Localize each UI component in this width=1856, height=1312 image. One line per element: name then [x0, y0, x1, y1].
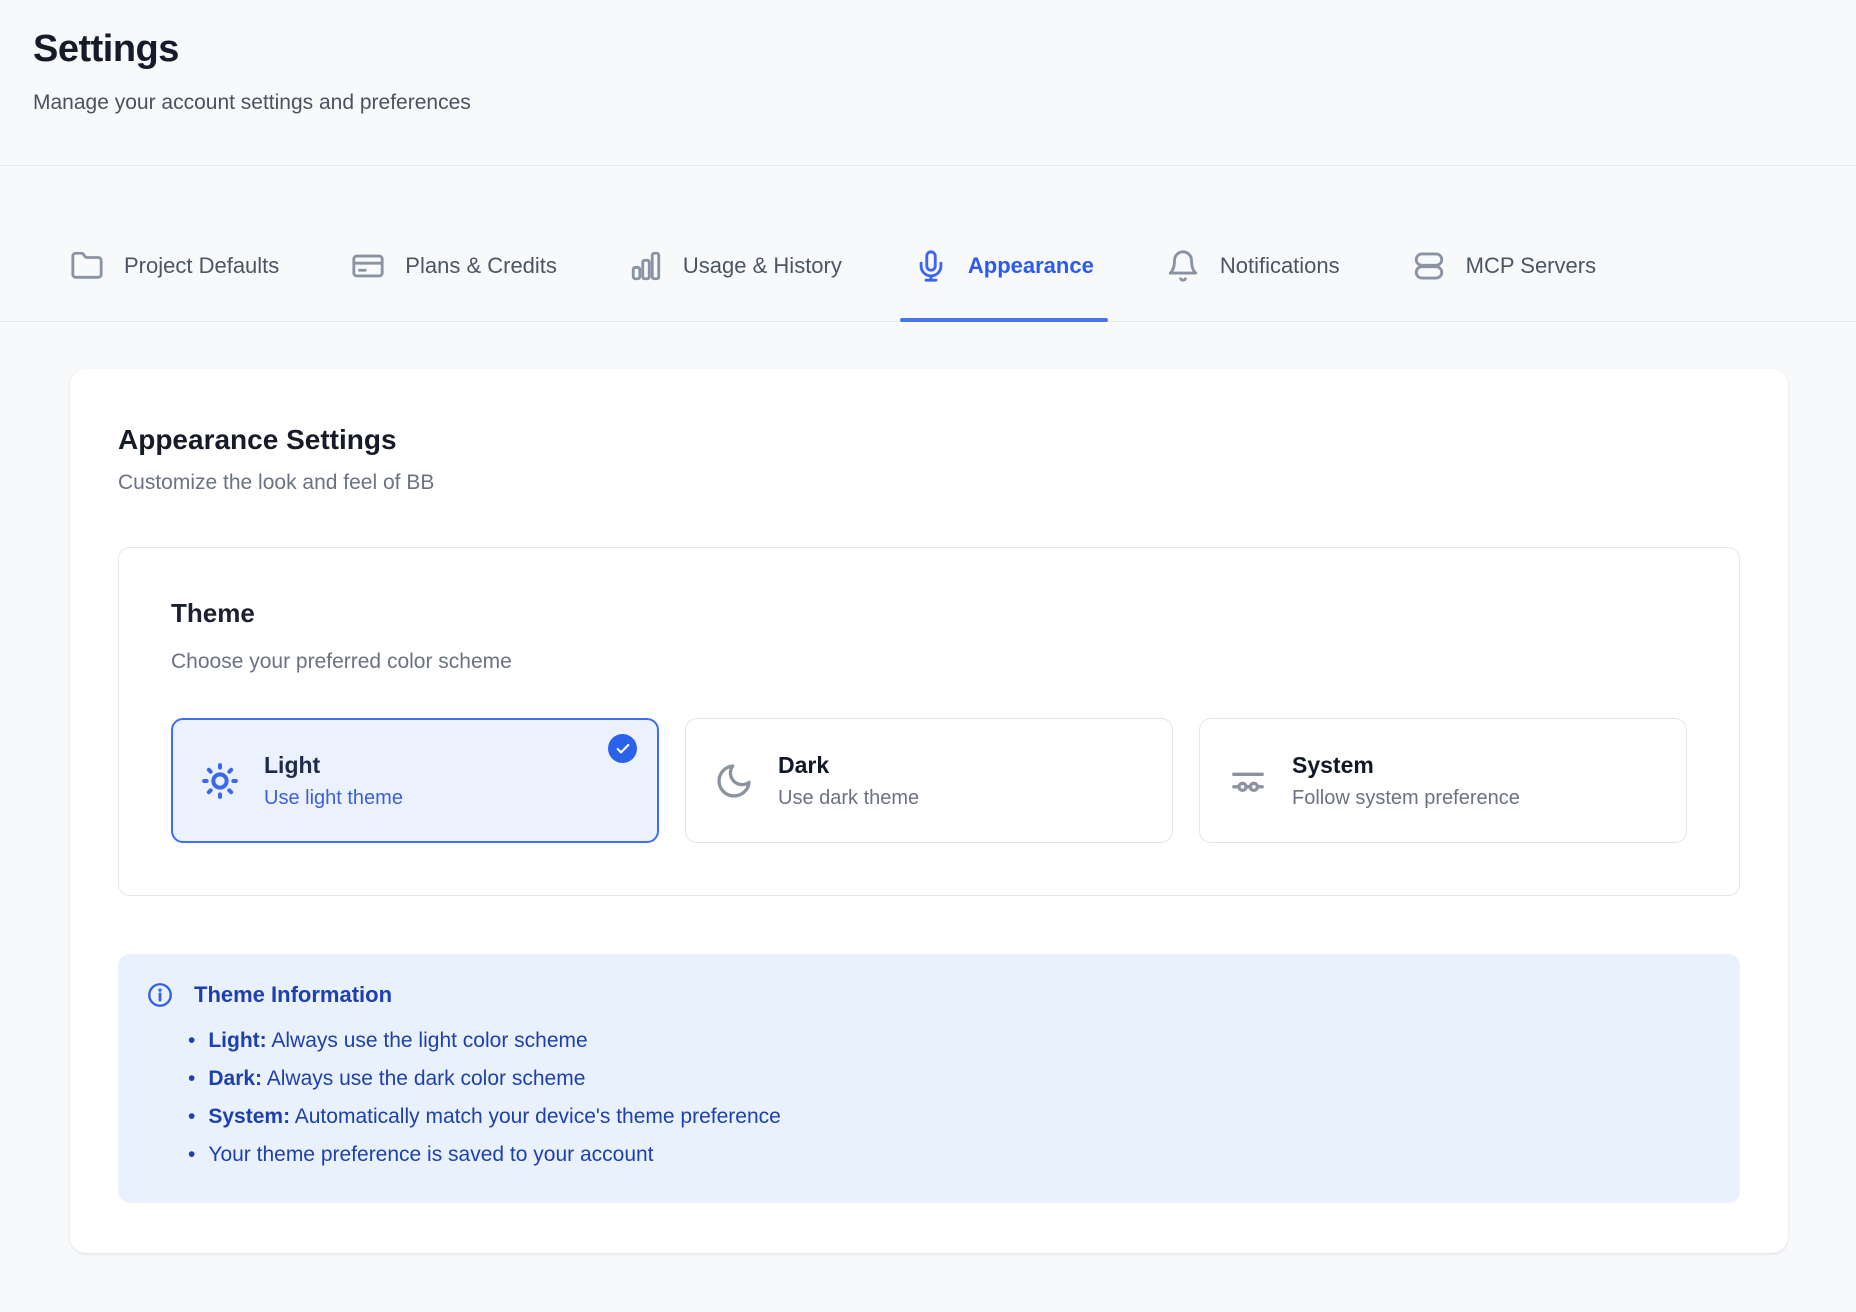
panel-title: Appearance Settings [118, 424, 1740, 456]
info-bullet-list: Light: Always use the light color scheme… [188, 1022, 1712, 1174]
theme-section: Theme Choose your preferred color scheme… [118, 547, 1740, 896]
tab-mcp-servers[interactable]: MCP Servers [1398, 249, 1610, 321]
folder-icon [70, 249, 104, 283]
tab-plans-credits[interactable]: Plans & Credits [337, 249, 571, 321]
tab-label: Usage & History [683, 253, 842, 279]
settings-tab-bar: Project Defaults Plans & Credits Usage &… [0, 166, 1856, 322]
tab-label: Appearance [968, 253, 1094, 279]
tab-label: Plans & Credits [405, 253, 557, 279]
bar-chart-icon [629, 249, 663, 283]
theme-option-label: Dark [778, 752, 919, 779]
tab-label: Project Defaults [124, 253, 279, 279]
theme-option-description: Use light theme [264, 787, 403, 810]
theme-section-subtitle: Choose your preferred color scheme [171, 650, 1687, 674]
panel-subtitle: Customize the look and feel of BB [118, 471, 1740, 495]
selected-check-icon [608, 734, 637, 763]
info-bullet: Light: Always use the light color scheme [188, 1022, 1712, 1060]
sliders-icon [1228, 761, 1268, 801]
info-icon [146, 981, 174, 1009]
server-stack-icon [1412, 249, 1446, 283]
tab-notifications[interactable]: Notifications [1152, 249, 1354, 321]
theme-option-label: Light [264, 752, 403, 779]
microphone-icon [914, 249, 948, 283]
bell-icon [1166, 249, 1200, 283]
theme-information-box: Theme Information Light: Always use the … [118, 954, 1740, 1203]
theme-option-label: System [1292, 752, 1520, 779]
theme-section-title: Theme [171, 598, 1687, 629]
theme-option-description: Use dark theme [778, 787, 919, 810]
tab-appearance[interactable]: Appearance [900, 249, 1108, 321]
page-subtitle: Manage your account settings and prefere… [33, 91, 1816, 165]
info-bullet: Dark: Always use the dark color scheme [188, 1060, 1712, 1098]
tab-project-defaults[interactable]: Project Defaults [56, 249, 293, 321]
theme-option-light[interactable]: Light Use light theme [171, 718, 659, 843]
moon-icon [714, 761, 754, 801]
appearance-settings-panel: Appearance Settings Customize the look a… [70, 369, 1788, 1253]
tab-label: MCP Servers [1466, 253, 1596, 279]
info-box-title: Theme Information [194, 982, 392, 1008]
info-bullet: Your theme preference is saved to your a… [188, 1136, 1712, 1174]
credit-card-icon [351, 249, 385, 283]
page-header: Settings Manage your account settings an… [0, 0, 1856, 166]
sun-icon [200, 761, 240, 801]
page-title: Settings [33, 28, 1816, 71]
tab-usage-history[interactable]: Usage & History [615, 249, 856, 321]
tab-label: Notifications [1220, 253, 1340, 279]
info-bullet: System: Automatically match your device'… [188, 1098, 1712, 1136]
theme-options: Light Use light theme Dark Use dark them… [171, 718, 1687, 843]
theme-option-description: Follow system preference [1292, 787, 1520, 810]
theme-option-system[interactable]: System Follow system preference [1199, 718, 1687, 843]
theme-option-dark[interactable]: Dark Use dark theme [685, 718, 1173, 843]
